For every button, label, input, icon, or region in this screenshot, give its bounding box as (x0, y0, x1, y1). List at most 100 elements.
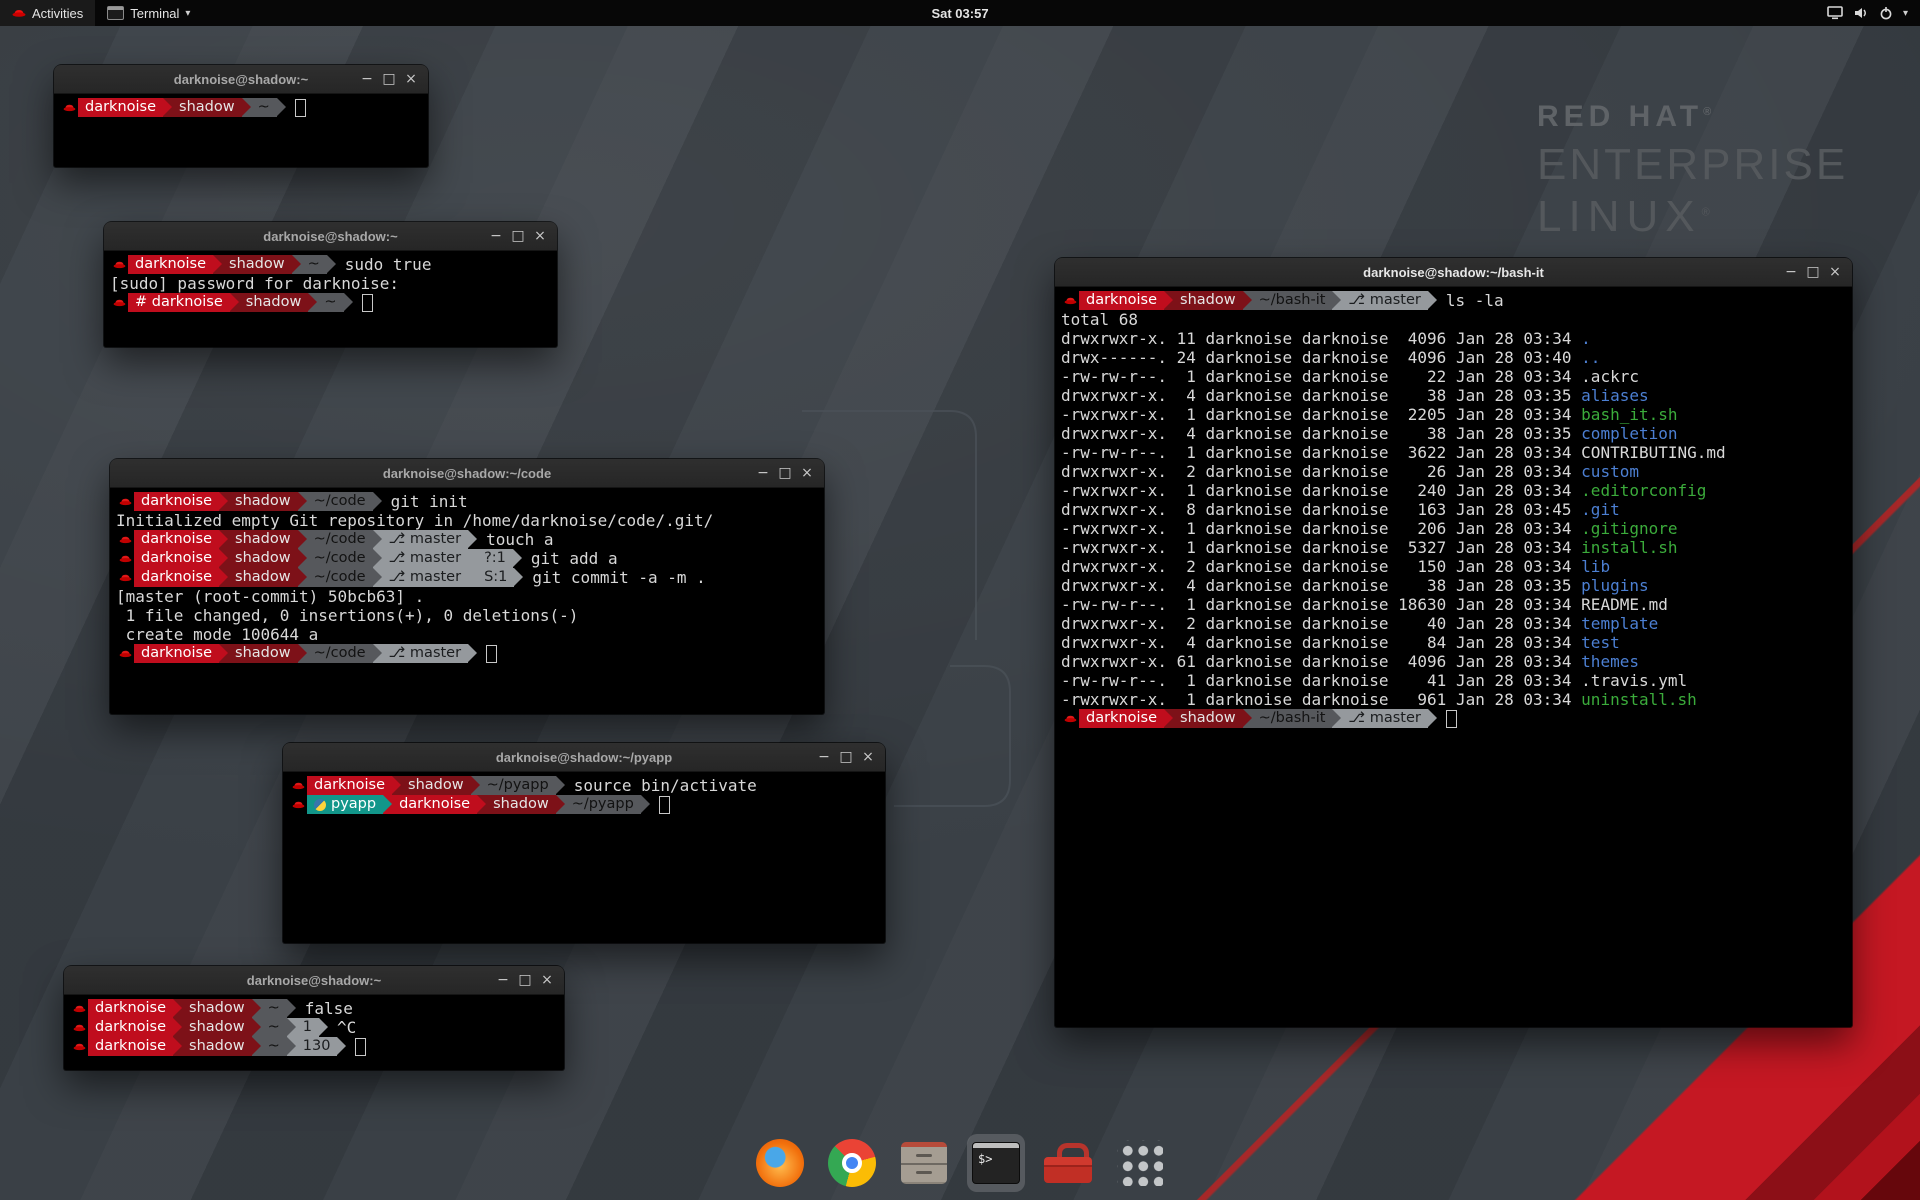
terminal-content[interactable]: darknoiseshadow~/codegit initInitialized… (110, 488, 824, 667)
minimize-button[interactable]: − (358, 66, 376, 92)
output-text: .. (1581, 348, 1600, 367)
powerline-separator (173, 1037, 182, 1056)
prompt-segment-user: darknoise (1079, 709, 1164, 728)
prompt-segment-path: ~ (317, 293, 343, 312)
clock[interactable]: Sat 03:57 (0, 6, 1920, 21)
redhat-icon (116, 568, 134, 587)
powerline-separator (373, 644, 382, 663)
file-manager-icon (901, 1142, 947, 1184)
dock-item-chrome[interactable] (823, 1134, 881, 1192)
output-text: drwxrwxr-x. 2 darknoise darknoise 40 Jan… (1061, 614, 1581, 633)
output-text: -rwxrwxr-x. 1 darknoise darknoise 2205 J… (1061, 405, 1581, 424)
powerline-separator (287, 999, 296, 1018)
activities-label: Activities (32, 6, 83, 21)
minimize-button[interactable]: − (815, 744, 833, 770)
activities-button[interactable]: Activities (0, 0, 95, 26)
close-button[interactable]: × (402, 66, 420, 92)
prompt-segment-host: shadow (228, 530, 298, 549)
close-button[interactable]: × (859, 744, 877, 770)
powerline-separator (298, 644, 307, 663)
window-titlebar[interactable]: darknoise@shadow:~/code−□× (110, 459, 824, 488)
window-titlebar[interactable]: darknoise@shadow:~/bash-it−□× (1055, 258, 1852, 287)
maximize-button[interactable]: □ (509, 223, 527, 249)
close-button[interactable]: × (798, 460, 816, 486)
powerline-separator (213, 255, 222, 274)
output-line: drwxrwxr-x. 11 darknoise darknoise 4096 … (1061, 329, 1846, 348)
maximize-button[interactable]: □ (776, 460, 794, 486)
powerline-separator (163, 98, 172, 117)
powerline-separator (373, 530, 382, 549)
app-menu-terminal[interactable]: Terminal ▾ (95, 0, 202, 26)
minimize-button[interactable]: − (1782, 259, 1800, 285)
prompt-segment-path: ~ (261, 1037, 287, 1056)
close-button[interactable]: × (538, 967, 556, 993)
segment-text: shadow (189, 1037, 245, 1056)
segment-text: shadow (189, 1018, 245, 1037)
dock-item-terminal[interactable]: $> (967, 1134, 1025, 1192)
powerline-separator (1332, 709, 1341, 728)
maximize-button[interactable]: □ (1804, 259, 1822, 285)
dock-item-files[interactable] (895, 1134, 953, 1192)
prompt-segment-path: ~ (301, 255, 327, 274)
dock-item-toolbox[interactable] (1039, 1134, 1097, 1192)
terminal-cursor (355, 1038, 366, 1056)
redhat-icon (1061, 291, 1079, 310)
window-titlebar[interactable]: darknoise@shadow:~/pyapp−□× (283, 743, 885, 772)
system-status-area[interactable]: ▾ (1815, 0, 1920, 26)
powerline-separator (308, 293, 317, 312)
terminal-content[interactable]: darknoiseshadow~sudo true[sudo] password… (104, 251, 557, 316)
powerline-separator (219, 530, 228, 549)
command-text: git add a (522, 549, 618, 568)
window-titlebar[interactable]: darknoise@shadow:~−□× (54, 65, 428, 94)
segment-text: ⎇ master (389, 568, 461, 587)
output-text: -rwxrwxr-x. 1 darknoise darknoise 206 Ja… (1061, 519, 1581, 538)
prompt-segment-user: darknoise (134, 530, 219, 549)
dock-item-app-grid[interactable] (1111, 1134, 1169, 1192)
output-text: drwxrwxr-x. 2 darknoise darknoise 150 Ja… (1061, 557, 1581, 576)
powerline-separator (1428, 291, 1437, 310)
output-text: -rwxrwxr-x. 1 darknoise darknoise 961 Ja… (1061, 690, 1581, 709)
maximize-button[interactable]: □ (380, 66, 398, 92)
output-text: -rw-rw-r--. 1 darknoise darknoise 18630 … (1061, 595, 1581, 614)
window-buttons: −□× (754, 460, 824, 486)
minimize-button[interactable]: − (494, 967, 512, 993)
command-text: git commit -a -m . (523, 568, 705, 587)
command-text: false (296, 999, 353, 1018)
segment-text: shadow (493, 795, 549, 814)
powerline-separator (641, 795, 650, 814)
minimize-button[interactable]: − (754, 460, 772, 486)
powerline-separator (287, 1018, 296, 1037)
windows-layer: darknoise@shadow:~−□×darknoiseshadow~dar… (0, 0, 1920, 1200)
output-text: test (1581, 633, 1620, 652)
minimize-button[interactable]: − (487, 223, 505, 249)
output-line: -rwxrwxr-x. 1 darknoise darknoise 5327 J… (1061, 538, 1846, 557)
terminal-content[interactable]: darknoiseshadow~ (54, 94, 428, 121)
prompt-segment-user: darknoise (134, 549, 219, 568)
volume-icon (1853, 6, 1869, 20)
segment-text: darknoise (85, 98, 156, 117)
desktop: RED HAT® ENTERPRISE LINUX® darknoise@sha… (0, 0, 1920, 1200)
prompt-segment-host: shadow (239, 293, 309, 312)
terminal-content[interactable]: darknoiseshadow~/bash-it⎇ masterls -lato… (1055, 287, 1852, 732)
maximize-button[interactable]: □ (837, 744, 855, 770)
maximize-button[interactable]: □ (516, 967, 534, 993)
terminal-content[interactable]: darknoiseshadow~falsedarknoiseshadow~1^C… (64, 995, 564, 1060)
prompt-line: darknoiseshadow~/bash-it⎇ master (1061, 709, 1846, 728)
close-button[interactable]: × (531, 223, 549, 249)
terminal-content[interactable]: darknoiseshadow~/pyappsource bin/activat… (283, 772, 885, 818)
output-line: -rwxrwxr-x. 1 darknoise darknoise 961 Ja… (1061, 690, 1846, 709)
close-button[interactable]: × (1826, 259, 1844, 285)
command-text: ^C (328, 1018, 356, 1037)
window-buttons: −□× (815, 744, 885, 770)
prompt-segment-user: darknoise (88, 999, 173, 1018)
powerline-separator (471, 776, 480, 795)
output-text: themes (1581, 652, 1639, 671)
output-text: bash_it.sh (1581, 405, 1677, 424)
dock-item-firefox[interactable] (751, 1134, 809, 1192)
powerline-separator (1243, 291, 1252, 310)
prompt-segment-host: shadow (182, 1018, 252, 1037)
window-titlebar[interactable]: darknoise@shadow:~−□× (64, 966, 564, 995)
window-titlebar[interactable]: darknoise@shadow:~−□× (104, 222, 557, 251)
powerline-separator (298, 549, 307, 568)
segment-text: shadow (229, 255, 285, 274)
